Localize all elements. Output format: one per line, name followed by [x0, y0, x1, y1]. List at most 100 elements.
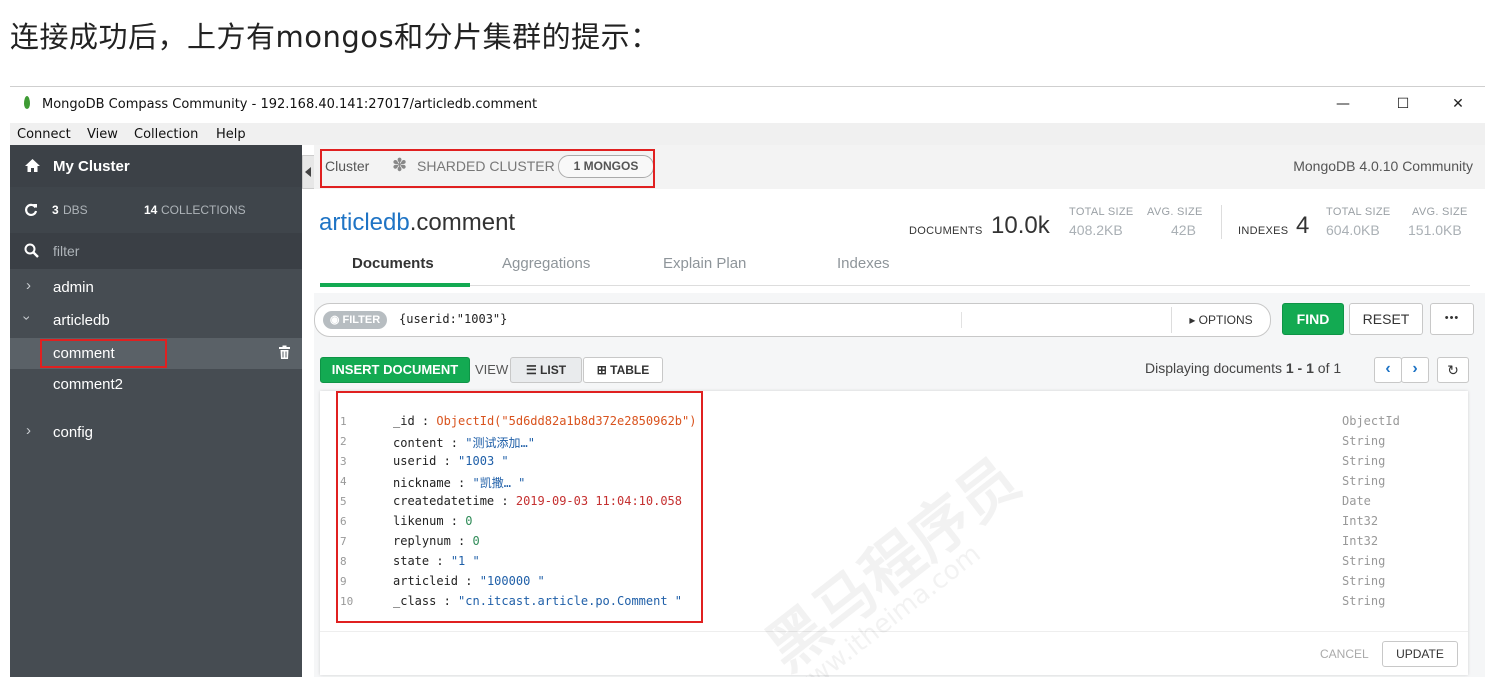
dbs-count: 3: [52, 203, 59, 217]
field-type: Int32: [1342, 534, 1379, 548]
namespace-title: articledb.comment: [319, 209, 515, 237]
title-bar: MongoDB Compass Community - 192.168.40.1…: [10, 87, 1485, 121]
menu-connect[interactable]: Connect: [17, 127, 71, 142]
insert-document-button[interactable]: INSERT DOCUMENT: [320, 357, 470, 383]
query-divider: [961, 312, 962, 328]
highlight-box-collection: [40, 339, 167, 368]
refresh-icon[interactable]: [24, 203, 38, 217]
trash-icon[interactable]: [278, 345, 291, 360]
refresh-documents-button[interactable]: ↻: [1437, 357, 1469, 383]
refresh-icon: ↻: [1447, 362, 1459, 378]
chevron-right-icon[interactable]: ›: [26, 422, 31, 439]
chevron-right-icon: ›: [1412, 360, 1418, 377]
server-version: MongoDB 4.0.10 Community: [1293, 158, 1473, 174]
active-tab-indicator: [320, 283, 470, 287]
tab-explain-plan[interactable]: Explain Plan: [663, 255, 746, 272]
namespace-collection: .comment: [409, 209, 516, 236]
highlight-box-document: [336, 391, 703, 623]
window-title: MongoDB Compass Community - 192.168.40.1…: [42, 97, 538, 112]
chevron-down-icon[interactable]: ›: [19, 316, 35, 321]
home-icon: [25, 159, 40, 172]
find-button[interactable]: FIND: [1282, 303, 1344, 335]
close-button[interactable]: ✕: [1443, 93, 1473, 115]
table-label: TABLE: [610, 363, 650, 377]
field-type: String: [1342, 454, 1386, 468]
search-icon: [24, 243, 39, 258]
range-end: 1: [1306, 360, 1314, 376]
table-icon: ⊞: [596, 363, 611, 377]
info-icon: ◉: [329, 314, 343, 326]
sidebar-db-config[interactable]: config: [53, 424, 93, 441]
options-label: OPTIONS: [1198, 313, 1253, 327]
indexes-value: 4: [1296, 212, 1310, 239]
cluster-name: My Cluster: [53, 158, 130, 175]
menu-bar: Connect View Collection Help: [10, 123, 1485, 145]
avg-size-value: 42B: [1171, 222, 1196, 238]
next-page-button[interactable]: ›: [1401, 357, 1429, 383]
options-toggle[interactable]: ▸ OPTIONS: [1171, 307, 1270, 333]
update-button[interactable]: UPDATE: [1382, 641, 1458, 667]
more-options-button[interactable]: •••: [1430, 303, 1474, 335]
filter-input[interactable]: filter: [53, 243, 79, 259]
chevron-right-icon[interactable]: ›: [26, 277, 31, 294]
collections-label: COLLECTIONS: [161, 203, 246, 217]
collections-count: 14: [144, 203, 158, 217]
total-count: 1: [1333, 360, 1342, 376]
cancel-button[interactable]: CANCEL: [1320, 647, 1369, 661]
table-view-button[interactable]: ⊞ TABLE: [583, 357, 663, 383]
sidebar-db-admin[interactable]: admin: [53, 279, 94, 296]
field-type: ObjectId: [1342, 414, 1400, 428]
namespace-db[interactable]: articledb: [319, 209, 410, 236]
maximize-button[interactable]: ☐: [1388, 93, 1418, 115]
total-size-label: TOTAL SIZE: [1069, 206, 1134, 218]
filter-pill: ◉ FILTER: [323, 311, 387, 329]
reset-button[interactable]: RESET: [1349, 303, 1423, 335]
filter-label: FILTER: [342, 314, 381, 326]
documents-value: 10.0k: [991, 212, 1050, 239]
minimize-button[interactable]: —: [1328, 93, 1358, 115]
list-icon: ☰: [525, 363, 541, 377]
highlight-box-cluster: [320, 149, 655, 188]
menu-help[interactable]: Help: [216, 127, 246, 142]
field-type: String: [1342, 554, 1386, 568]
tab-aggregations[interactable]: Aggregations: [502, 255, 590, 272]
tab-documents[interactable]: Documents: [352, 255, 434, 272]
menu-view[interactable]: View: [87, 127, 118, 142]
dbs-label: DBS: [63, 203, 88, 217]
sidebar-collection-comment2[interactable]: comment2: [53, 376, 123, 393]
view-label: VIEW: [475, 362, 509, 377]
field-type: String: [1342, 474, 1386, 488]
range-start: 1: [1285, 360, 1294, 376]
sidebar-filter[interactable]: filter: [10, 233, 302, 269]
prev-page-button[interactable]: ‹: [1374, 357, 1402, 383]
compass-window: MongoDB Compass Community - 192.168.40.1…: [10, 86, 1485, 677]
sidebar-stats: 3 DBS 14 COLLECTIONS: [10, 187, 302, 233]
list-view-button[interactable]: ☰ LIST: [510, 357, 582, 383]
total-size-value: 408.2KB: [1069, 222, 1123, 238]
pagination-status: Displaying documents 1 - 1 of 1: [1145, 360, 1341, 376]
of-label: of: [1317, 360, 1330, 376]
sidebar: My Cluster 3 DBS 14 COLLECTIONS filter ›…: [10, 145, 302, 677]
idx-avg-size-label: AVG. SIZE: [1412, 206, 1468, 218]
sidebar-db-articledb[interactable]: articledb: [53, 312, 110, 329]
list-label: LIST: [540, 363, 567, 377]
query-bar[interactable]: ◉ FILTER {userid:"1003"} ▸ OPTIONS: [314, 303, 1271, 337]
page-heading: 连接成功后，上方有mongos和分片集群的提示：: [10, 20, 660, 54]
field-type: String: [1342, 434, 1386, 448]
stats-divider: [1221, 205, 1222, 239]
cluster-header[interactable]: My Cluster: [10, 145, 302, 187]
menu-collection[interactable]: Collection: [134, 127, 198, 142]
filter-input[interactable]: {userid:"1003"}: [399, 312, 507, 326]
indexes-label: INDEXES: [1238, 225, 1289, 237]
caret-right-icon: ▸: [1189, 313, 1199, 327]
field-type: Date: [1342, 494, 1371, 508]
field-type: String: [1342, 594, 1386, 608]
field-type: Int32: [1342, 514, 1379, 528]
idx-total-size-label: TOTAL SIZE: [1326, 206, 1391, 218]
idx-avg-size-value: 151.0KB: [1408, 222, 1462, 238]
displaying-prefix: Displaying documents: [1145, 360, 1282, 376]
caret-left-icon: [305, 167, 311, 177]
tab-indexes[interactable]: Indexes: [837, 255, 890, 272]
mongodb-leaf-icon: [24, 96, 30, 109]
range-sep: -: [1297, 360, 1303, 376]
